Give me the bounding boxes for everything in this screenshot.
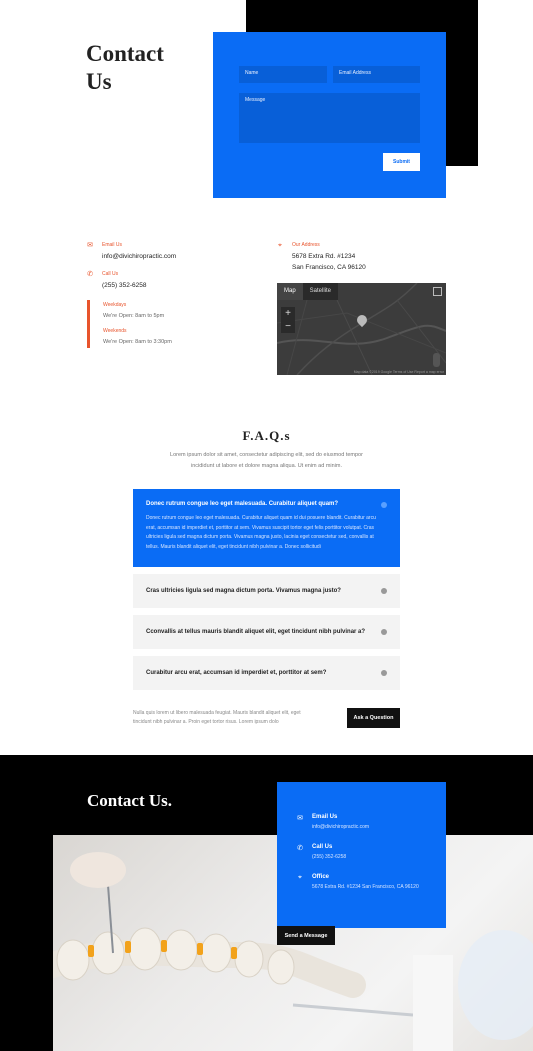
faq-item[interactable]: Cras ultricies ligula sed magna dictum p… [133, 574, 400, 608]
fullscreen-icon[interactable] [433, 287, 442, 296]
faq-question: Curabitur arcu erat, accumsan id imperdi… [146, 670, 327, 676]
footer-side-block [0, 835, 53, 1051]
map-credit: Map data ©2019 Google Terms of Use Repor… [353, 370, 444, 374]
email-label: Email Us [102, 242, 123, 248]
address-label: Our Address [292, 242, 320, 248]
name-field[interactable]: Name [239, 66, 327, 83]
footer-call-label: Call Us [312, 844, 333, 850]
call-label: Call Us [102, 271, 119, 277]
page-title: Contact Us [86, 41, 164, 94]
map-tab-satellite[interactable]: Satellite [303, 283, 338, 300]
faq-toggle-icon[interactable] [381, 588, 387, 594]
faq-item[interactable]: Curabitur arcu erat, accumsan id imperdi… [133, 656, 400, 690]
zoom-in-button[interactable]: + [281, 307, 295, 320]
weekends-hours: We're Open: 8am to 3:30pm [103, 339, 172, 345]
footer-email-label: Email Us [312, 814, 338, 820]
street-view-icon[interactable] [433, 353, 440, 367]
submit-button[interactable]: Submit [383, 153, 420, 171]
hours-accent-bar [87, 300, 90, 348]
map-type-tabs: Map Satellite [277, 283, 339, 300]
ask-question-button[interactable]: Ask a Question [347, 708, 400, 728]
message-field[interactable]: Message [239, 93, 420, 143]
email-icon: ✉ [297, 815, 303, 822]
footer-background [0, 755, 533, 835]
zoom-controls: + − [281, 307, 295, 333]
weekends-label: Weekends [103, 328, 127, 334]
weekdays-label: Weekdays [103, 302, 127, 308]
faq-item-open[interactable]: Donec rutrum congue leo eget malesuada. … [133, 489, 400, 567]
footer-office-label: Office [312, 874, 330, 880]
footer-title: Contact Us. [87, 791, 172, 810]
footer-office-value: 5678 Extra Rd. #1234 San Francisco, CA 9… [312, 884, 419, 890]
faq-title: F.A.Q.s [242, 428, 291, 443]
footer-email-value[interactable]: info@divichiropractic.com [312, 824, 369, 830]
address-line2: San Francisco, CA 96120 [292, 264, 366, 271]
call-value: (255) 352-6258 [102, 282, 147, 289]
location-pin-icon: ⌖ [298, 874, 302, 881]
faq-toggle-icon[interactable] [381, 502, 387, 508]
map-embed[interactable]: Map Satellite + − Map data ©2019 Google … [277, 283, 446, 375]
phone-icon: ✆ [87, 271, 93, 278]
faq-item[interactable]: Cconvallis at tellus mauris blandit aliq… [133, 615, 400, 649]
zoom-out-button[interactable]: − [281, 320, 295, 333]
faq-toggle-icon[interactable] [381, 670, 387, 676]
weekdays-hours: We're Open: 8am to 5pm [103, 313, 165, 319]
faq-answer: Donec rutrum congue leo eget malesuada. … [146, 515, 376, 550]
faq-intro: Lorem ipsum dolor sit amet, consectetur … [170, 452, 363, 469]
address-line1: 5678 Extra Rd. #1234 [292, 253, 356, 260]
faq-note: Nulla quis lorem ut libero malesuada feu… [133, 710, 301, 725]
faq-question: Cconvallis at tellus mauris blandit aliq… [146, 629, 366, 635]
faq-toggle-icon[interactable] [381, 629, 387, 635]
faq-question: Donec rutrum congue leo eget malesuada. … [146, 501, 339, 507]
email-field[interactable]: Email Address [333, 66, 420, 83]
phone-icon: ✆ [297, 845, 303, 852]
footer-contact-card: ✉ Email Us info@divichiropractic.com ✆ C… [277, 782, 446, 928]
send-message-button[interactable]: Send a Message [277, 926, 335, 945]
email-icon: ✉ [87, 242, 93, 249]
email-value: info@divichiropractic.com [102, 253, 177, 260]
faq-question: Cras ultricies ligula sed magna dictum p… [146, 588, 341, 594]
location-pin-icon: ⌖ [278, 242, 282, 249]
map-tab-map[interactable]: Map [277, 283, 303, 300]
footer-call-value[interactable]: (255) 352-6258 [312, 854, 346, 860]
